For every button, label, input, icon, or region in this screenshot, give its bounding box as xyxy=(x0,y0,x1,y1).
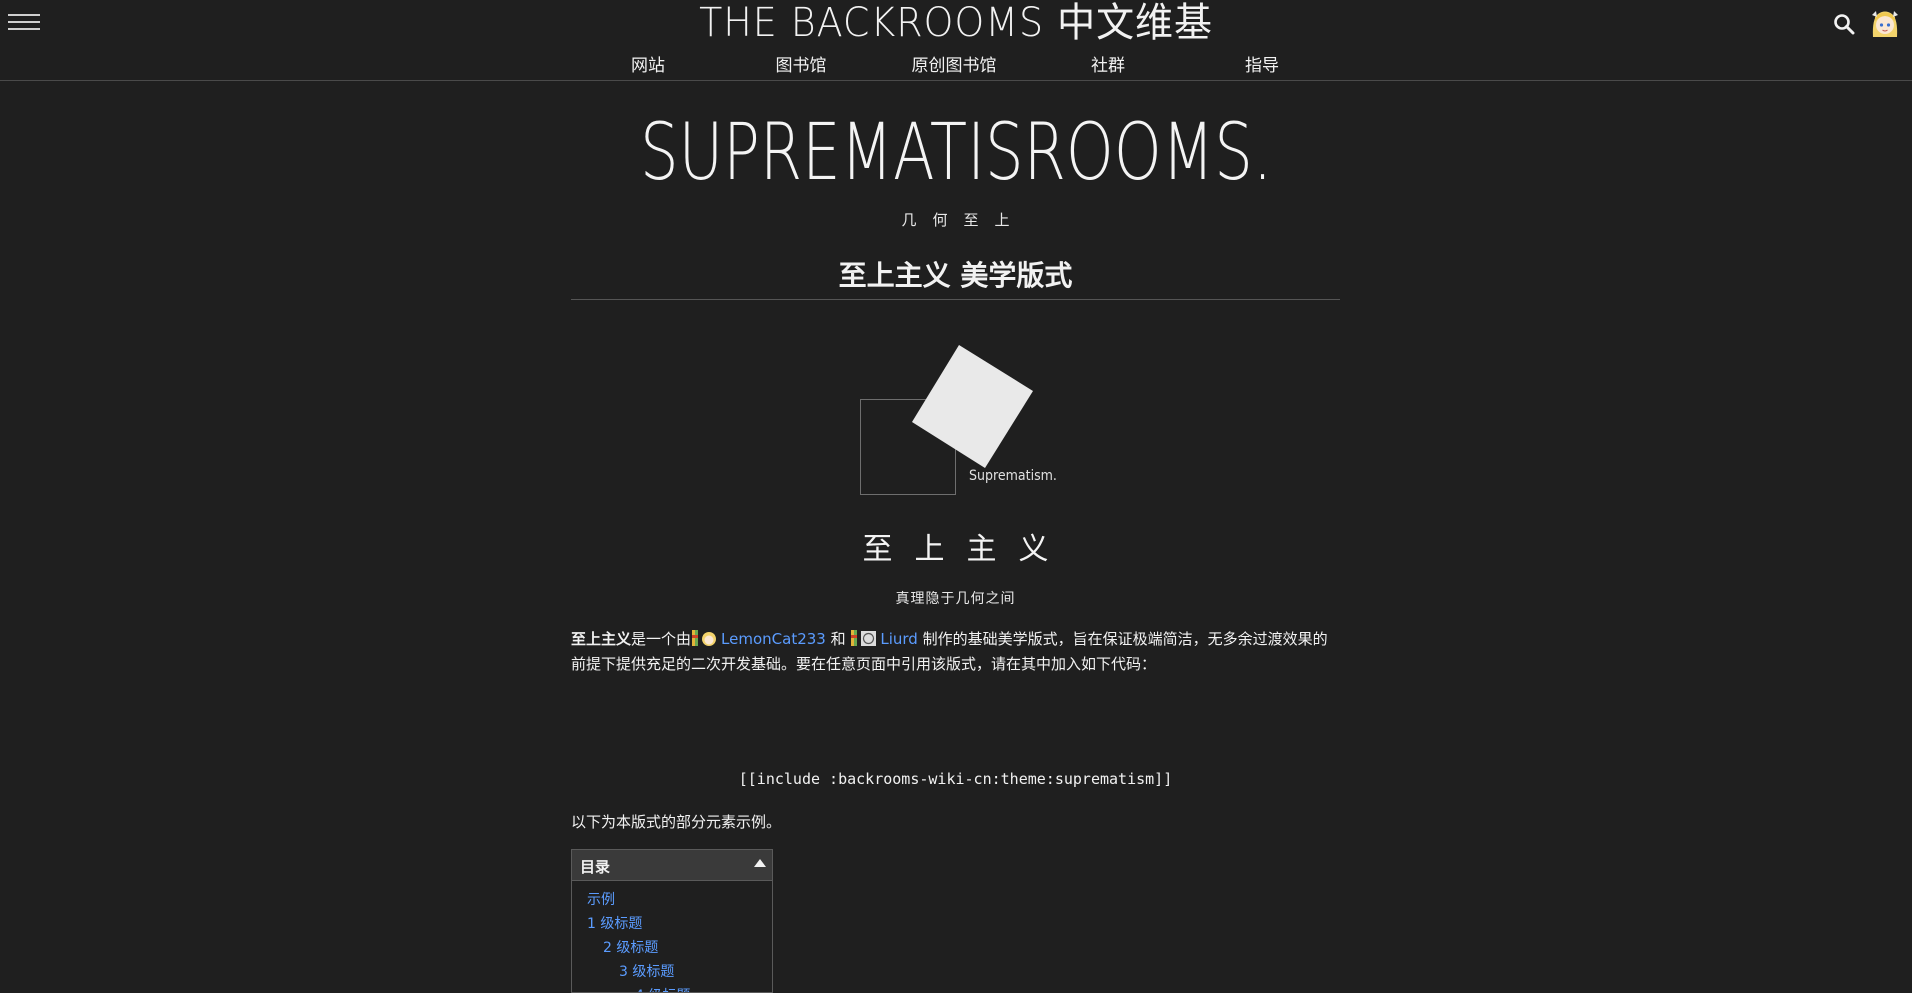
menu-icon[interactable] xyxy=(8,14,40,36)
nav-item-library[interactable]: 图书馆 xyxy=(776,51,827,76)
toc-item[interactable]: 示例 xyxy=(572,888,772,912)
table-of-contents: 目录 示例 1 级标题 2 级标题 3 级标题 4 级标题 xyxy=(571,849,773,993)
page-content: SUPREMATISROOMS. 几何至上 至上主义 美学版式 Supremat… xyxy=(571,82,1340,993)
nav-item-community[interactable]: 社群 xyxy=(1091,51,1125,76)
intro-paragraph: 至上主义是一个由 LemonCat233 和 Liurd 制作的基础美学版式，旨在… xyxy=(571,627,1340,677)
user-badge-icon xyxy=(691,629,719,647)
user-link-lemoncat233[interactable]: LemonCat233 xyxy=(721,630,826,648)
section-heading: 至上主义 美学版式 xyxy=(838,259,1073,292)
spaced-title: 至上主义 xyxy=(862,532,1071,567)
nav-item-original-library[interactable]: 原创图书馆 xyxy=(912,51,997,76)
search-icon[interactable] xyxy=(1833,13,1855,35)
top-header: THE BACKROOMS 中文维基 网站 图书馆 原创图书馆 社群 指导 xyxy=(0,0,1912,81)
site-title[interactable]: THE BACKROOMS 中文维基 xyxy=(48,0,1864,46)
toc-item[interactable]: 1 级标题 xyxy=(572,912,772,936)
examples-note: 以下为本版式的部分元素示例。 xyxy=(571,813,782,831)
intro-and: 和 xyxy=(825,630,851,648)
include-code: [[include :backrooms-wiki-cn:theme:supre… xyxy=(738,770,1173,788)
user-link-liurd[interactable]: Liurd xyxy=(880,630,917,648)
toc-list: 示例 1 级标题 2 级标题 3 级标题 4 级标题 xyxy=(572,888,772,992)
toc-item[interactable]: 3 级标题 xyxy=(572,960,772,984)
nav-item-guide[interactable]: 指导 xyxy=(1245,51,1279,76)
tagline: 真理隐于几何之间 xyxy=(895,591,1016,607)
page-title: SUPREMATISROOMS. xyxy=(639,108,1273,198)
page-subtitle: 几何至上 xyxy=(901,211,1026,229)
main-nav: 网站 图书馆 原创图书馆 社群 指导 xyxy=(0,51,1912,77)
intro-text-1: 是一个由 xyxy=(631,630,692,648)
toc-title: 目录 xyxy=(580,858,611,876)
nav-item-website[interactable]: 网站 xyxy=(631,51,665,76)
user-badge-icon xyxy=(850,629,878,647)
collapse-triangle-icon[interactable] xyxy=(754,859,766,867)
avatar[interactable] xyxy=(1868,7,1902,41)
heading-divider xyxy=(571,299,1340,300)
logo-caption: Suprematism. xyxy=(969,468,1057,484)
intro-bold: 至上主义 xyxy=(571,630,632,648)
toc-item[interactable]: 2 级标题 xyxy=(572,936,772,960)
toc-item[interactable]: 4 级标题 xyxy=(572,984,772,992)
toc-header: 目录 xyxy=(572,850,772,881)
